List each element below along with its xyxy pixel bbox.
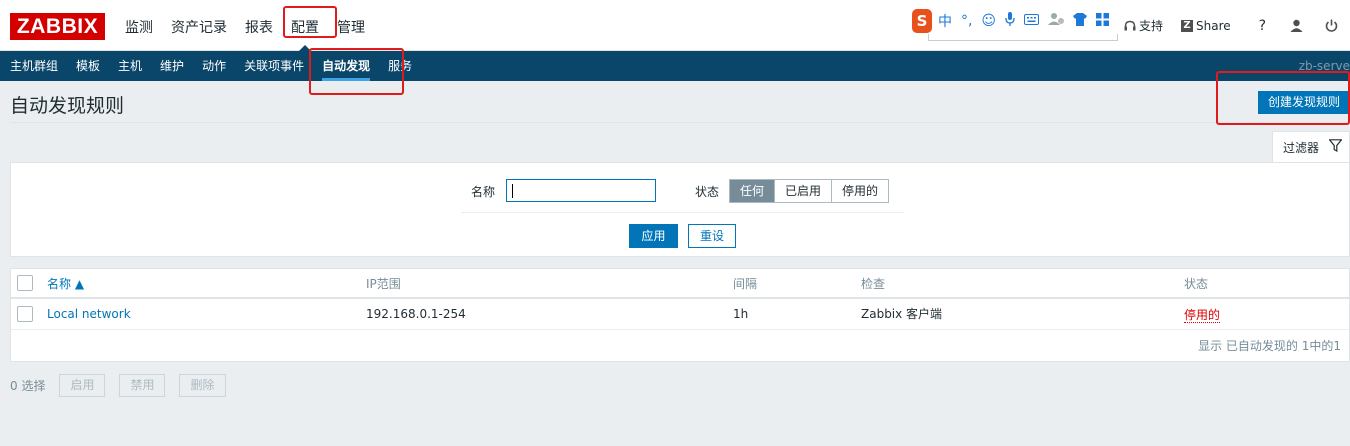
annotation-box-create-rule: [1216, 71, 1350, 125]
rule-status-cell: 停用的: [1184, 307, 1221, 323]
microphone-icon[interactable]: [1005, 12, 1015, 30]
keyboard-icon[interactable]: [1024, 13, 1039, 29]
share-label: Share: [1196, 18, 1231, 33]
reset-button[interactable]: 重设: [688, 224, 736, 248]
delete-button[interactable]: 删除: [179, 373, 226, 397]
filter-divider: [461, 212, 904, 213]
annotation-box-configuration: [283, 6, 337, 38]
column-name[interactable]: 名称 ▲: [47, 269, 84, 299]
disable-button[interactable]: 禁用: [119, 373, 166, 397]
filter-tab[interactable]: 过滤器: [1272, 131, 1350, 163]
ime-toolbar: S 中 °, ☺: [912, 8, 1118, 34]
status-option-enabled[interactable]: 已启用: [775, 180, 833, 202]
column-interval: 间隔: [733, 277, 758, 291]
annotation-box-discovery: [309, 48, 404, 95]
column-checks: 检查: [861, 277, 886, 291]
header-divider: [10, 122, 1350, 123]
filter-icon: [1328, 139, 1343, 156]
column-ip-range: IP范围: [366, 277, 401, 291]
signout-icon[interactable]: [1325, 19, 1338, 32]
subnav-templates[interactable]: 模板: [67, 51, 109, 81]
filter-name-label: 名称: [471, 185, 496, 199]
selected-count: 0 选择: [10, 378, 46, 393]
skin-icon[interactable]: [1073, 12, 1087, 30]
status-radio-group: 任何 已启用 停用的: [729, 179, 890, 203]
column-status: 状态: [1184, 277, 1209, 291]
page-title: 自动发现规则: [10, 95, 125, 117]
rule-ip-range: 192.168.0.1-254: [366, 307, 466, 321]
menu-reports[interactable]: 报表: [236, 0, 282, 51]
table-header: 名称 ▲ IP范围 间隔 检查 状态: [11, 269, 1349, 299]
rule-interval: 1h: [733, 307, 749, 321]
rule-name-link[interactable]: Local network: [47, 299, 131, 329]
subnav-maintenance[interactable]: 维护: [151, 51, 193, 81]
filter-status-label: 状态: [695, 185, 720, 199]
headset-icon: [1124, 20, 1136, 30]
apply-button[interactable]: 应用: [629, 224, 678, 248]
top-header: ZABBIX 监测 资产记录 报表 配置 管理 S 中 °, ☺ 支持 Z Sh…: [0, 0, 1350, 51]
top-right-nav: 支持 Z Share ?: [1124, 0, 1338, 51]
subnav-hosts[interactable]: 主机: [109, 51, 151, 81]
support-label: 支持: [1139, 19, 1164, 33]
filter-tab-label: 过滤器: [1283, 141, 1320, 155]
status-option-disabled[interactable]: 停用的: [832, 180, 889, 202]
rule-status-toggle[interactable]: 停用的: [1184, 308, 1221, 323]
text-caret: [512, 184, 513, 198]
share-z-icon: Z: [1181, 19, 1194, 32]
ime-lang-toggle[interactable]: 中: [938, 11, 952, 31]
status-option-any[interactable]: 任何: [730, 180, 776, 202]
share-link[interactable]: Z Share: [1181, 19, 1231, 33]
discovery-rules-table: 名称 ▲ IP范围 间隔 检查 状态 Local network 192.168…: [10, 268, 1350, 362]
sogou-icon[interactable]: S: [912, 9, 932, 33]
zabbix-logo[interactable]: ZABBIX: [10, 13, 105, 40]
subnav-host-groups[interactable]: 主机群组: [1, 51, 67, 81]
filter-panel: 名称 状态 任何 已启用 停用的 应用 重设: [10, 162, 1350, 257]
user-center-icon[interactable]: [1048, 12, 1064, 30]
filter-name-input[interactable]: [506, 179, 656, 202]
mass-action-bar: 0 选择 启用 禁用 删除: [10, 373, 226, 397]
ime-punct-toggle[interactable]: °,: [961, 13, 972, 29]
toolbox-icon[interactable]: [1096, 12, 1109, 30]
enable-button[interactable]: 启用: [59, 373, 106, 397]
row-checkbox[interactable]: [17, 306, 33, 322]
menu-inventory[interactable]: 资产记录: [162, 0, 236, 51]
select-all-checkbox[interactable]: [17, 275, 33, 291]
help-icon[interactable]: ?: [1259, 18, 1266, 34]
menu-monitoring[interactable]: 监测: [116, 0, 162, 51]
table-footer-count: 显示 已自动发现的 1中的1: [1198, 339, 1341, 353]
smiley-icon[interactable]: ☺: [981, 13, 996, 29]
rule-checks: Zabbix 客户端: [861, 307, 943, 321]
user-profile-icon[interactable]: [1290, 19, 1303, 32]
subnav-event-correlation[interactable]: 关联项事件: [235, 51, 313, 81]
table-row: Local network 192.168.0.1-254 1h Zabbix …: [11, 299, 1349, 330]
subnav-actions[interactable]: 动作: [193, 51, 235, 81]
support-link[interactable]: 支持: [1124, 17, 1163, 34]
sub-navigation: 主机群组 模板 主机 维护 动作 关联项事件 自动发现 服务 zb-serve: [0, 51, 1350, 81]
ime-underline: [928, 34, 1118, 41]
